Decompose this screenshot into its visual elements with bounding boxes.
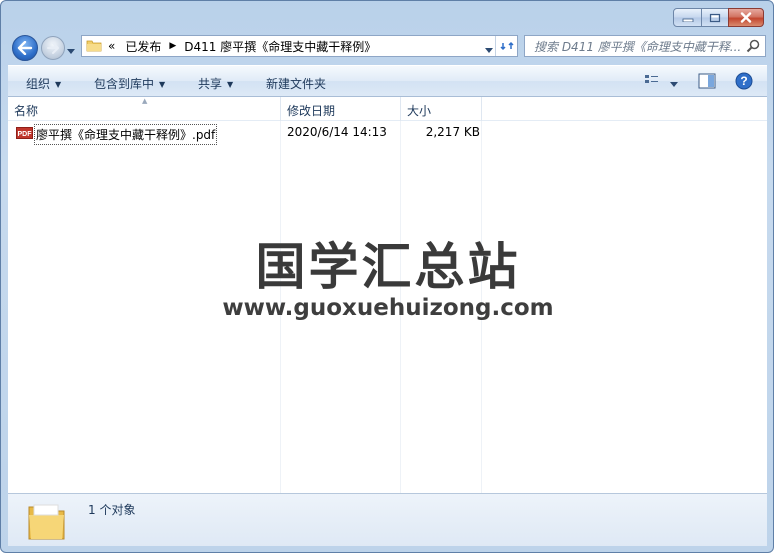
view-list-icon xyxy=(645,75,658,83)
help-icon: ? xyxy=(735,72,753,90)
column-headers: ▲ 名称 修改日期 大小 xyxy=(8,97,767,121)
address-history-dropdown[interactable] xyxy=(485,43,493,57)
maximize-icon xyxy=(709,13,721,22)
watermark-title: 国学汇总站 xyxy=(255,238,521,296)
column-divider[interactable] xyxy=(400,97,401,121)
include-in-library-button[interactable]: 包含到库中 ▼ xyxy=(94,75,165,92)
preview-pane-button[interactable] xyxy=(698,73,716,92)
change-view-button[interactable] xyxy=(644,73,660,90)
column-divider[interactable] xyxy=(481,97,482,121)
arrow-right-icon xyxy=(47,42,59,54)
file-list[interactable]: ▲ 名称 修改日期 大小 PDF 廖平撰《命理支中藏干释例》.pdf 2020/… xyxy=(8,97,767,493)
folder-icon xyxy=(86,38,102,55)
folder-icon xyxy=(26,499,68,546)
chevron-down-icon xyxy=(67,49,75,54)
command-bar: 组织 ▼ 包含到库中 ▼ 共享 ▼ 新建文件夹 ? xyxy=(8,65,767,97)
column-header-date[interactable]: 修改日期 xyxy=(287,102,335,119)
preview-pane-icon xyxy=(698,73,716,89)
organize-label: 组织 xyxy=(26,77,51,91)
chevron-right-icon[interactable]: ▶ xyxy=(169,41,176,51)
column-header-name[interactable]: 名称 xyxy=(14,102,38,119)
details-pane: 1 个对象 xyxy=(8,493,767,546)
pdf-icon: PDF xyxy=(16,126,33,143)
organize-button[interactable]: 组织 ▼ xyxy=(26,75,61,92)
close-button[interactable] xyxy=(728,8,764,27)
minimize-button[interactable] xyxy=(673,8,702,27)
search-box[interactable]: 搜索 D411 廖平撰《命理支中藏干释... xyxy=(524,35,766,57)
svg-text:?: ? xyxy=(740,74,747,88)
new-folder-button[interactable]: 新建文件夹 xyxy=(266,75,326,92)
file-size: 2,217 KB xyxy=(425,125,480,139)
help-button[interactable]: ? xyxy=(735,72,753,93)
chevron-down-icon xyxy=(485,48,493,53)
item-count: 1 个对象 xyxy=(88,503,136,517)
forward-button[interactable] xyxy=(41,36,65,60)
refresh-icon xyxy=(499,41,514,51)
maximize-button[interactable] xyxy=(701,8,729,27)
watermark-url: www.guoxuehuizong.com xyxy=(222,295,554,321)
breadcrumb-item-current[interactable]: D411 廖平撰《命理支中藏干释例》 xyxy=(184,38,376,55)
close-icon xyxy=(740,12,752,23)
address-bar[interactable]: « 已发布 ▶ D411 廖平撰《命理支中藏干释例》 xyxy=(81,35,518,57)
new-folder-label: 新建文件夹 xyxy=(266,77,327,91)
chevron-down-icon: ▼ xyxy=(227,80,234,89)
share-button[interactable]: 共享 ▼ xyxy=(198,75,233,92)
sort-ascending-icon: ▲ xyxy=(142,97,148,105)
minimize-icon xyxy=(682,18,693,22)
search-input[interactable]: 搜索 D411 廖平撰《命理支中藏干释... xyxy=(534,38,744,55)
breadcrumb: « 已发布 ▶ D411 廖平撰《命理支中藏干释例》 xyxy=(108,38,376,55)
back-button[interactable] xyxy=(12,35,38,61)
recent-pages-dropdown[interactable] xyxy=(67,44,75,58)
column-header-size[interactable]: 大小 xyxy=(407,102,431,119)
chevron-down-icon xyxy=(670,82,678,87)
chevron-down-icon: ▼ xyxy=(55,80,62,89)
caption-buttons xyxy=(673,8,764,27)
table-row[interactable]: PDF 廖平撰《命理支中藏干释例》.pdf 2020/6/14 14:13 2,… xyxy=(8,123,767,145)
column-divider[interactable] xyxy=(280,97,281,121)
share-label: 共享 xyxy=(198,77,223,91)
file-date-modified: 2020/6/14 14:13 xyxy=(287,125,387,139)
arrow-left-icon xyxy=(17,41,33,55)
breadcrumb-overflow[interactable]: « xyxy=(108,39,115,53)
include-in-library-label: 包含到库中 xyxy=(94,77,155,91)
breadcrumb-item-published[interactable]: 已发布 xyxy=(125,38,161,55)
refresh-button[interactable] xyxy=(495,36,517,56)
svg-text:PDF: PDF xyxy=(18,131,33,138)
file-name[interactable]: 廖平撰《命理支中藏干释例》.pdf xyxy=(34,124,218,145)
search-icon[interactable] xyxy=(746,39,760,56)
view-options-dropdown[interactable] xyxy=(670,77,678,91)
chevron-down-icon: ▼ xyxy=(159,80,166,89)
explorer-window: « 已发布 ▶ D411 廖平撰《命理支中藏干释例》 搜索 D411 廖平撰《命… xyxy=(0,0,774,553)
